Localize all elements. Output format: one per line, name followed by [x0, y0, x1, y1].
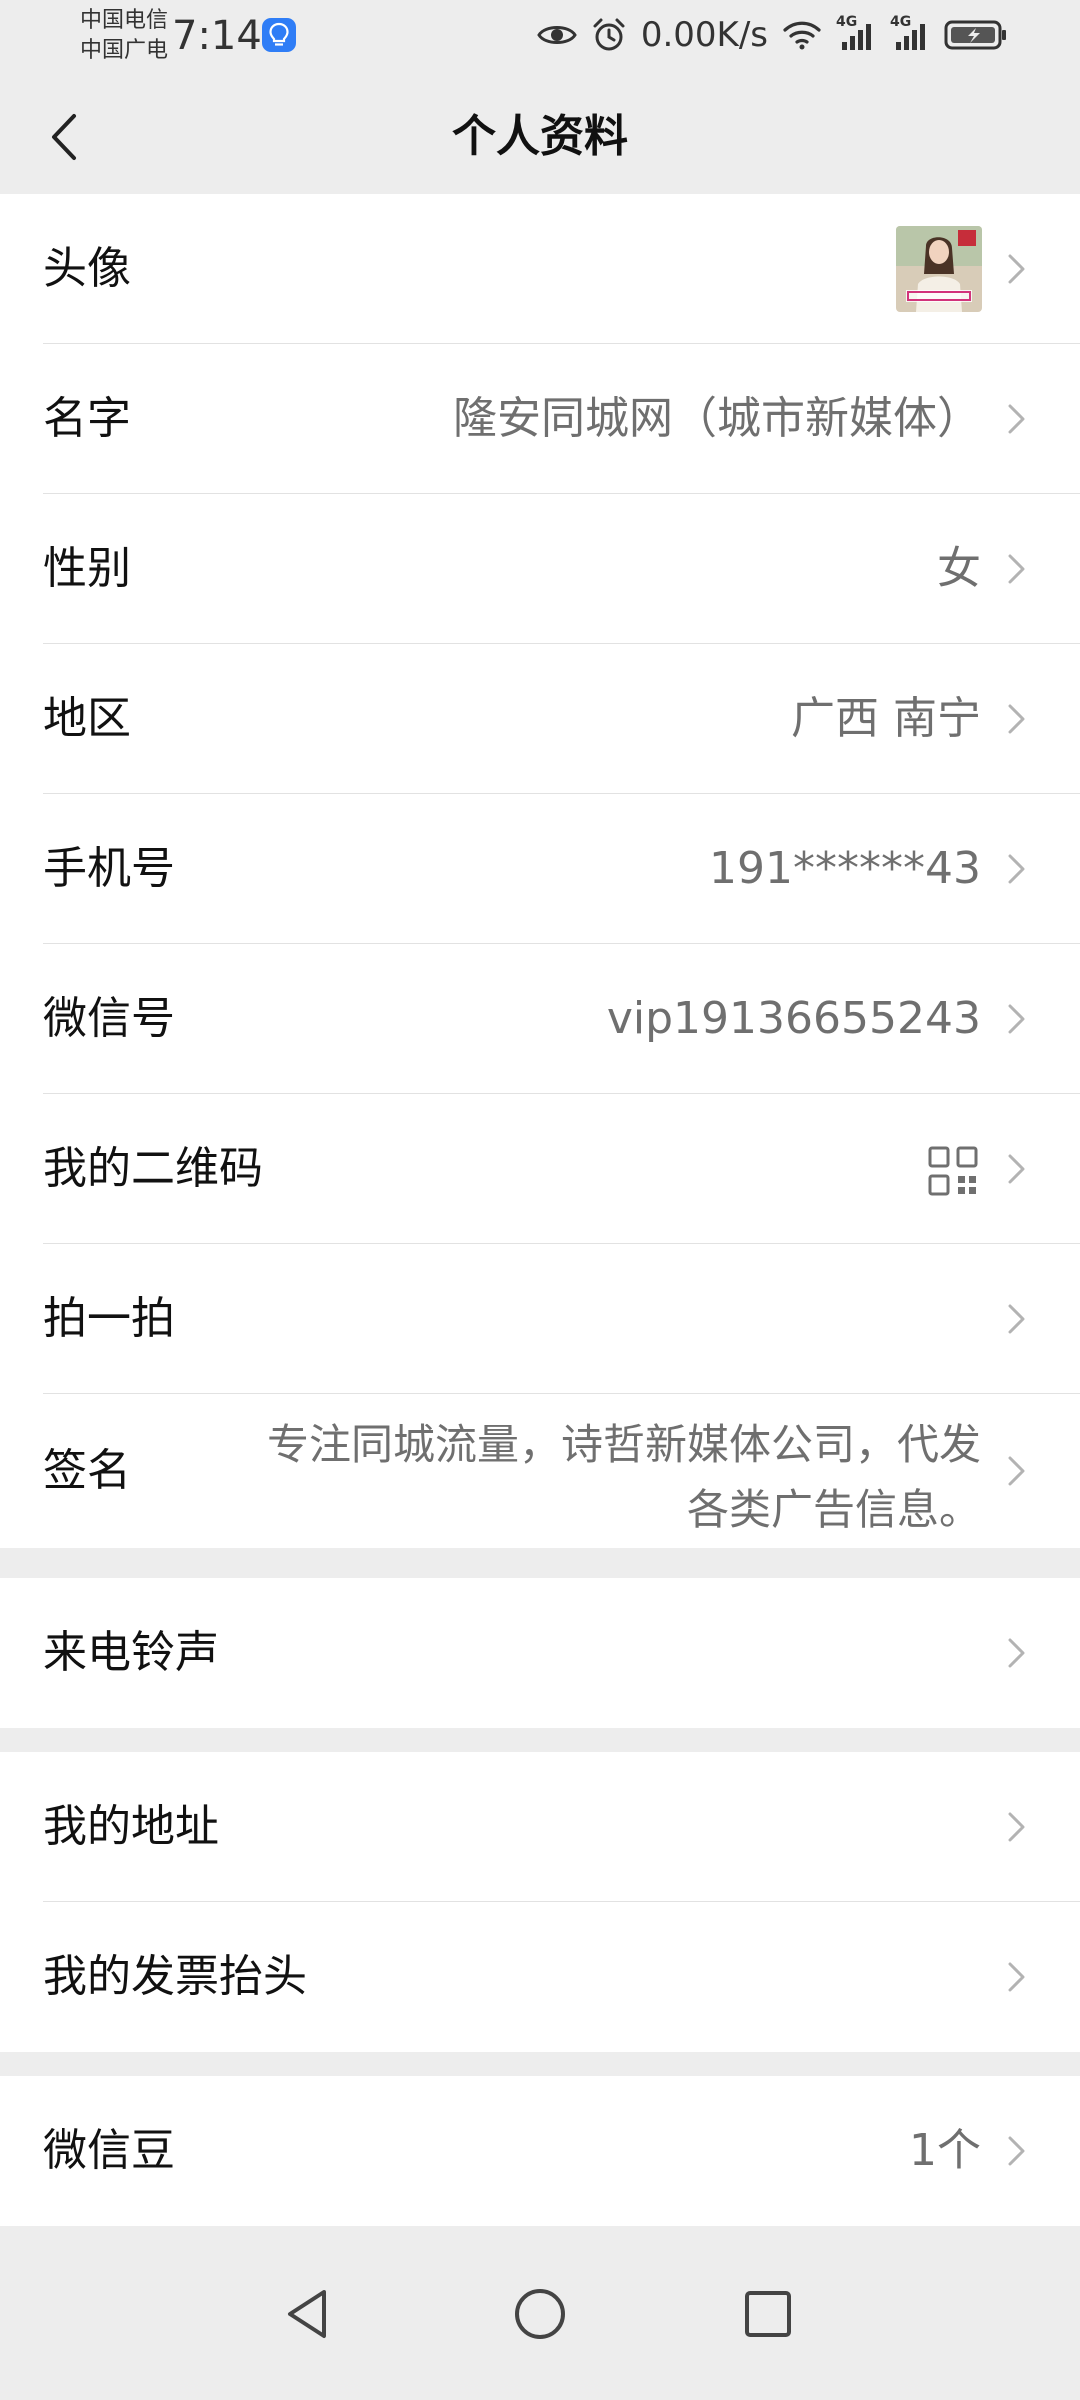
- row-wechat-id[interactable]: 微信号 vip19136655243: [0, 944, 1080, 1094]
- header-bar: 个人资料: [0, 80, 1080, 194]
- wechat-beans-group: 微信豆 1个: [0, 2076, 1080, 2226]
- chevron-right-icon: [1008, 2136, 1025, 2166]
- row-value: 女: [937, 543, 981, 594]
- chevron-right-icon: [1008, 1004, 1025, 1034]
- qr-code-icon: [928, 1146, 978, 1196]
- avatar: [896, 226, 982, 312]
- row-label: 我的地址: [43, 1801, 219, 1852]
- row-avatar[interactable]: 头像: [0, 194, 1080, 344]
- system-nav-bar: [0, 2228, 1080, 2400]
- row-pat[interactable]: 拍一拍: [0, 1244, 1080, 1394]
- row-label: 我的发票抬头: [43, 1951, 307, 2002]
- chevron-right-icon: [1008, 1638, 1025, 1668]
- carrier-2: 中国广电: [80, 38, 169, 63]
- row-label: 名字: [43, 393, 131, 444]
- wifi-icon: [783, 21, 821, 50]
- row-value: 191******43: [709, 843, 981, 894]
- chevron-right-icon: [1008, 404, 1025, 434]
- profile-info-group: 头像 名字 隆安同城网（城市新媒体） 性别 女 地区 广西 南宁 手机号 191…: [0, 194, 1080, 1548]
- row-label: 我的二维码: [43, 1143, 263, 1194]
- row-region[interactable]: 地区 广西 南宁: [0, 644, 1080, 794]
- recents-square-icon: [745, 2291, 791, 2337]
- network-speed: 0.00K/s: [640, 15, 768, 55]
- row-gender[interactable]: 性别 女: [0, 494, 1080, 644]
- alarm-icon: [593, 18, 625, 51]
- back-triangle-icon: [288, 2290, 326, 2338]
- home-circle-icon: [515, 2289, 565, 2339]
- chevron-right-icon: [1008, 254, 1025, 284]
- status-right-group: 0.00K/s 4G 4G: [537, 14, 1008, 56]
- chevron-left-icon: [52, 114, 76, 160]
- signature-text: 专注同城流量，诗哲新媒体公司，代发 各类广告信息。: [161, 1412, 981, 1542]
- row-label: 地区: [43, 693, 131, 744]
- row-label: 头像: [43, 243, 131, 294]
- row-label: 手机号: [43, 843, 175, 894]
- eye-icon: [537, 26, 577, 44]
- battery-charging-icon: [944, 20, 1006, 50]
- ringtone-group: 来电铃声: [0, 1578, 1080, 1728]
- address-group: 我的地址 我的发票抬头: [0, 1752, 1080, 2052]
- nav-back-button[interactable]: [260, 2266, 356, 2362]
- row-label: 签名: [43, 1445, 131, 1496]
- signal-icon: 4G: [836, 14, 876, 52]
- chevron-right-icon: [1008, 704, 1025, 734]
- page-title: 个人资料: [452, 111, 628, 162]
- status-time: 7:14: [172, 13, 262, 59]
- chevron-right-icon: [1008, 1962, 1025, 1992]
- signature-line-2: 各类广告信息。: [686, 1485, 981, 1534]
- chevron-right-icon: [1008, 1812, 1025, 1842]
- chevron-right-icon: [1008, 1154, 1025, 1184]
- back-button[interactable]: [28, 102, 98, 172]
- row-my-address[interactable]: 我的地址: [0, 1752, 1080, 1902]
- signal-icon: 4G: [890, 14, 930, 52]
- signature-line-1: 专注同城流量，诗哲新媒体公司，代发: [266, 1420, 981, 1469]
- row-name[interactable]: 名字 隆安同城网（城市新媒体）: [0, 344, 1080, 494]
- row-invoice-title[interactable]: 我的发票抬头: [0, 1902, 1080, 2052]
- row-qr-code[interactable]: 我的二维码: [0, 1094, 1080, 1244]
- nav-home-button[interactable]: [492, 2266, 588, 2362]
- row-ringtone[interactable]: 来电铃声: [0, 1578, 1080, 1728]
- row-label: 来电铃声: [43, 1627, 219, 1678]
- row-label: 微信号: [43, 993, 175, 1044]
- row-value: 1个: [909, 2125, 981, 2176]
- row-value: vip19136655243: [606, 993, 981, 1044]
- carrier-info: 中国电信 中国广电: [80, 6, 168, 66]
- chevron-right-icon: [1008, 854, 1025, 884]
- row-value: 隆安同城网（城市新媒体）: [453, 393, 981, 444]
- row-label: 性别: [43, 543, 131, 594]
- row-value: 广西 南宁: [791, 693, 981, 744]
- status-bar: 中国电信 中国广电 7:14 0.00K/s 4G 4G: [0, 0, 1080, 80]
- chevron-right-icon: [1008, 554, 1025, 584]
- row-phone[interactable]: 手机号 191******43: [0, 794, 1080, 944]
- row-label: 微信豆: [43, 2125, 175, 2176]
- chevron-right-icon: [1008, 1304, 1025, 1334]
- chevron-right-icon: [1008, 1456, 1025, 1486]
- carrier-1: 中国电信: [80, 8, 169, 33]
- row-label: 拍一拍: [43, 1293, 175, 1344]
- nav-recents-button[interactable]: [720, 2266, 816, 2362]
- row-wechat-beans[interactable]: 微信豆 1个: [0, 2076, 1080, 2226]
- lightbulb-icon: [262, 18, 296, 52]
- row-signature[interactable]: 签名 专注同城流量，诗哲新媒体公司，代发 各类广告信息。: [0, 1394, 1080, 1548]
